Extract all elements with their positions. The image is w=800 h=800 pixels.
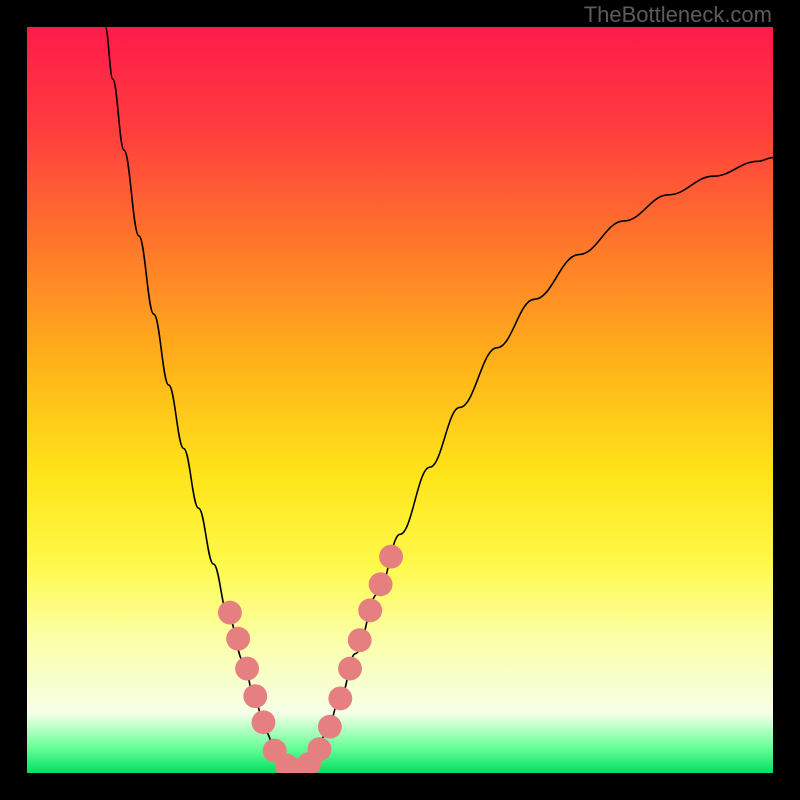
watermark-text: TheBottleneck.com	[584, 2, 772, 28]
marker-point	[379, 545, 403, 569]
gradient-background	[27, 27, 773, 773]
marker-point	[243, 684, 267, 708]
marker-point	[369, 572, 393, 596]
marker-point	[226, 627, 250, 651]
plot-area	[27, 27, 773, 773]
marker-point	[252, 710, 276, 734]
marker-point	[318, 715, 342, 739]
marker-point	[358, 598, 382, 622]
marker-point	[328, 686, 352, 710]
marker-point	[235, 657, 259, 681]
marker-point	[218, 601, 242, 625]
marker-point	[307, 737, 331, 761]
marker-point	[348, 628, 372, 652]
chart-frame: TheBottleneck.com	[0, 0, 800, 800]
chart-svg	[27, 27, 773, 773]
marker-point	[338, 657, 362, 681]
